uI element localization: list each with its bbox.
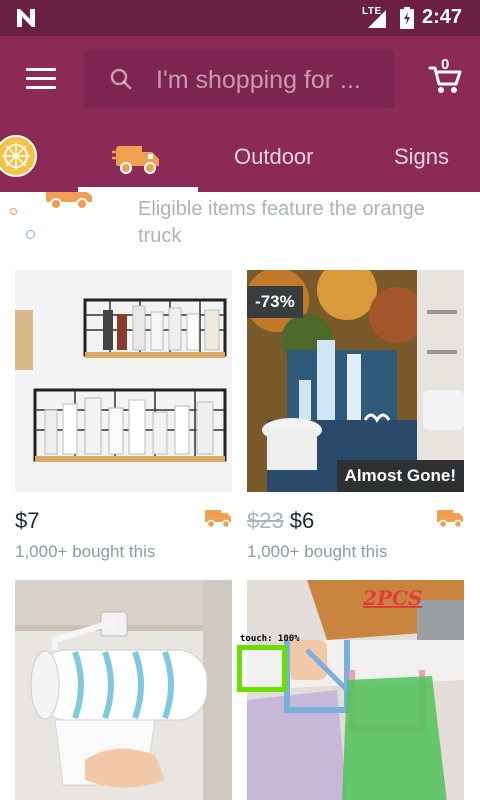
tab-signs[interactable]: Signs	[394, 126, 449, 192]
touch-indicator	[237, 645, 287, 692]
cart-count-badge: 0	[441, 56, 450, 73]
truck-icon	[205, 510, 231, 528]
touch-label: touch: 100%	[240, 634, 300, 644]
search-input[interactable]: I'm shopping for ...	[84, 50, 394, 108]
clock: 2:47	[422, 6, 463, 28]
paper-towel-holder-illustration	[15, 580, 232, 800]
search-placeholder: I'm shopping for ...	[156, 66, 361, 94]
decorative-dot	[26, 230, 35, 239]
truck-icon	[112, 146, 159, 174]
shipping-banner: Eligible items feature the orange truck	[0, 192, 480, 260]
status-bar: LTE 2:47	[0, 0, 480, 36]
truck-icon	[46, 192, 92, 210]
discount-badge: -73%	[247, 286, 303, 318]
battery-charging-icon	[400, 7, 414, 29]
product-image-wire-shelves[interactable]	[15, 270, 232, 492]
original-price: $23	[247, 508, 284, 533]
current-price: $6	[289, 508, 315, 533]
banner-text: Eligible items feature the orange truck	[138, 198, 425, 247]
tab-free-shipping[interactable]	[78, 126, 198, 192]
product-image-paper-towel-holder[interactable]	[15, 580, 232, 800]
hamburger-menu-icon[interactable]	[26, 68, 56, 90]
wire-shelf-illustration	[15, 270, 232, 492]
almost-gone-badge: Almost Gone!	[336, 460, 464, 492]
search-icon	[110, 68, 132, 90]
android-n-icon	[17, 9, 35, 27]
bought-count: 1,000+ bought this	[247, 542, 388, 561]
bought-count: 1,000+ bought this	[15, 542, 156, 561]
decorative-dot	[10, 208, 17, 215]
product-price: $7	[15, 508, 39, 534]
signal-icon	[368, 10, 386, 28]
app-bar: I'm shopping for ... 0	[0, 36, 480, 126]
product-price: $23 $6	[247, 508, 314, 534]
tab-outdoor[interactable]: Outdoor	[234, 126, 314, 192]
sun-icon	[0, 135, 37, 177]
truck-icon	[437, 510, 463, 528]
tab-sun[interactable]	[0, 126, 46, 192]
current-price: $7	[15, 508, 40, 533]
product-image-label: 2PCS	[363, 586, 423, 610]
product-image-waterfall-curtain[interactable]: -73% Almost Gone!	[247, 270, 464, 492]
category-tab-bar: Outdoor Signs	[0, 126, 480, 192]
